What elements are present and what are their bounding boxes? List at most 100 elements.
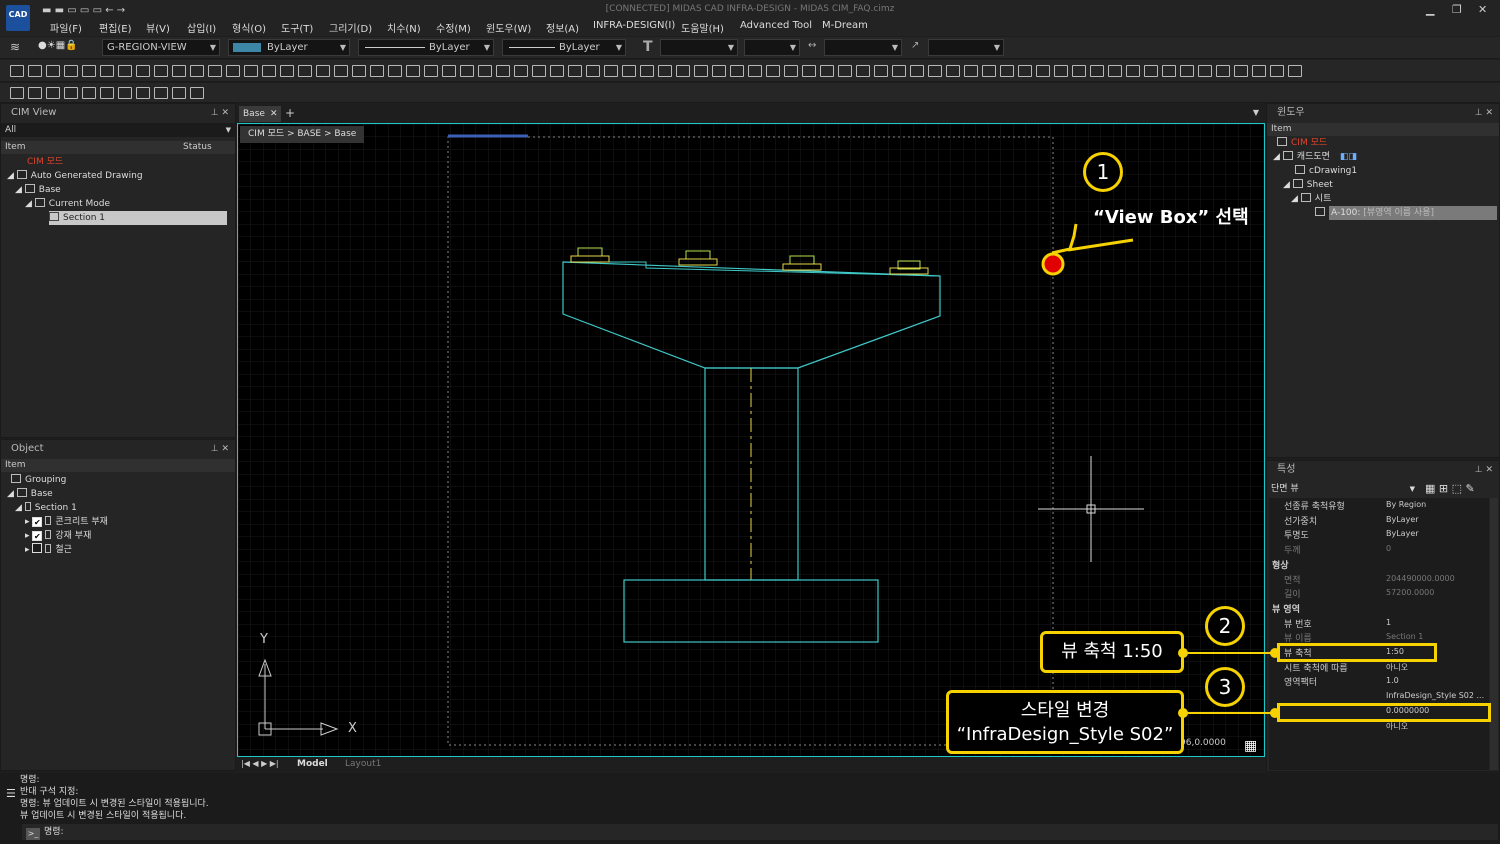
minimize-button[interactable]: ▁	[1426, 3, 1434, 16]
property-value[interactable]: Section 1	[1386, 632, 1423, 641]
tool-icon[interactable]	[964, 65, 978, 77]
tool-icon[interactable]	[532, 65, 546, 77]
pin-close-icon[interactable]: ⊥ ✕	[1475, 461, 1493, 479]
tool-icon[interactable]	[154, 87, 168, 99]
property-value[interactable]: 204490000.0000	[1386, 574, 1455, 583]
tool-icon[interactable]	[550, 65, 564, 77]
checkbox[interactable]: ✔	[32, 517, 43, 527]
tool-icon[interactable]	[118, 65, 132, 77]
tool-icon[interactable]	[118, 87, 132, 99]
property-value[interactable]: InfraDesign_Style S02 ...	[1386, 691, 1484, 700]
menu-modify[interactable]: 수정(M)	[436, 20, 471, 35]
tool-icon[interactable]	[334, 65, 348, 77]
menu-insert[interactable]: 삽입(I)	[187, 20, 216, 35]
tool-icon[interactable]	[136, 87, 150, 99]
tool-icon[interactable]	[838, 65, 852, 77]
pin-close-icon[interactable]: ⊥ ✕	[211, 104, 229, 122]
tool-icon[interactable]	[1252, 65, 1266, 77]
menu-dimension[interactable]: 치수(N)	[387, 20, 421, 35]
tool-icon[interactable]	[64, 65, 78, 77]
tool-icon[interactable]	[10, 65, 24, 77]
menu-m-dream[interactable]: M-Dream	[822, 20, 868, 31]
tool-icon[interactable]	[1126, 65, 1140, 77]
property-value[interactable]: ByLayer	[1386, 529, 1419, 538]
checkbox[interactable]	[32, 543, 43, 553]
tool-icon[interactable]	[766, 65, 780, 77]
tool-icon[interactable]	[28, 65, 42, 77]
tool-icon[interactable]	[1270, 65, 1284, 77]
tool-icon[interactable]	[136, 65, 150, 77]
tree-item-rebar[interactable]: ▸ 철근	[25, 543, 72, 557]
tree-item-section-1[interactable]: ◢ Section 1	[15, 501, 77, 515]
tree-item-cad-drawing[interactable]: ◢ 캐드도면 ◧◨	[1273, 150, 1357, 164]
menu-draw[interactable]: 그리기(D)	[329, 20, 372, 35]
tool-icon[interactable]	[1000, 65, 1014, 77]
lineweight-dropdown[interactable]: ByLayer ▼	[502, 39, 626, 56]
tool-icon[interactable]	[100, 65, 114, 77]
tool-icon[interactable]	[1018, 65, 1032, 77]
tool-icon[interactable]	[442, 65, 456, 77]
tool-icon[interactable]	[820, 65, 834, 77]
tool-icon[interactable]	[748, 65, 762, 77]
object-type-dropdown[interactable]: 단면 뷰 ▼	[1269, 482, 1415, 496]
property-value[interactable]: 57200.0000	[1386, 588, 1434, 597]
menu-info[interactable]: 정보(A)	[546, 20, 579, 35]
layout-nav-icons[interactable]: |◀ ◀ ▶ ▶|	[241, 759, 279, 768]
menu-edit[interactable]: 편집(E)	[99, 20, 132, 35]
tool-icon[interactable]	[460, 65, 474, 77]
tree-item-base[interactable]: ◢ Base	[7, 487, 53, 501]
layer-manager-icon[interactable]: ≋	[10, 40, 20, 54]
utility-tools-icons[interactable]	[8, 85, 218, 101]
tool-icon[interactable]	[1162, 65, 1176, 77]
tool-icon[interactable]	[1216, 65, 1230, 77]
tool-icon[interactable]	[928, 65, 942, 77]
table-style-dropdown[interactable]: ▼	[824, 39, 902, 56]
tool-icon[interactable]	[730, 65, 744, 77]
tool-icon[interactable]	[406, 65, 420, 77]
property-value[interactable]: By Region	[1386, 500, 1426, 509]
tab-model[interactable]: Model	[297, 759, 328, 769]
add-tab-button[interactable]: +	[285, 106, 295, 120]
tree-item-auto-drawing[interactable]: ◢ Auto Generated Drawing	[7, 169, 143, 183]
property-value[interactable]: 1	[1386, 618, 1391, 627]
tab-base[interactable]: Base ✕	[239, 106, 281, 122]
tool-icon[interactable]	[892, 65, 906, 77]
tree-item-cim-mode[interactable]: CIM 모드	[1277, 136, 1327, 150]
tool-icon[interactable]	[280, 65, 294, 77]
tool-icon[interactable]	[226, 65, 240, 77]
tool-icon[interactable]	[946, 65, 960, 77]
text-style-icon[interactable]: T	[643, 39, 653, 55]
tool-icon[interactable]	[172, 65, 186, 77]
tool-icon[interactable]	[1234, 65, 1248, 77]
pin-close-icon[interactable]: ⊥ ✕	[1475, 104, 1493, 122]
close-button[interactable]: ✕	[1478, 3, 1487, 16]
tool-icon[interactable]	[1108, 65, 1122, 77]
tool-icon[interactable]	[82, 65, 96, 77]
tool-icon[interactable]	[172, 87, 186, 99]
tool-icon[interactable]	[388, 65, 402, 77]
menu-window[interactable]: 윈도우(W)	[486, 20, 531, 35]
tree-item-base[interactable]: ◢ Base	[15, 183, 61, 197]
tool-icon[interactable]	[208, 65, 222, 77]
tool-icon[interactable]	[262, 65, 276, 77]
tool-icon[interactable]	[1180, 65, 1194, 77]
menu-advanced-tool[interactable]: Advanced Tool	[740, 20, 812, 31]
tool-icon[interactable]	[478, 65, 492, 77]
tool-icon[interactable]	[424, 65, 438, 77]
tool-icon[interactable]	[568, 65, 582, 77]
close-icon[interactable]: ✕	[270, 106, 278, 122]
multileader-icon[interactable]: ↗	[911, 40, 919, 51]
drawing-tools-icons[interactable]	[8, 63, 1308, 79]
layer-dropdown[interactable]: G-REGION-VIEW ▼	[102, 39, 220, 56]
tool-icon[interactable]	[1072, 65, 1086, 77]
tool-icon[interactable]	[298, 65, 312, 77]
tree-item-concrete[interactable]: ▸ ✔ 콘크리트 부재	[25, 515, 108, 529]
text-style-dropdown[interactable]: ▼	[660, 39, 738, 56]
property-value[interactable]: ByLayer	[1386, 515, 1419, 524]
tool-icon[interactable]	[1288, 65, 1302, 77]
menu-tools[interactable]: 도구(T)	[281, 20, 313, 35]
color-dropdown[interactable]: ByLayer ▼	[228, 39, 350, 56]
tool-icon[interactable]	[802, 65, 816, 77]
tree-item-a100[interactable]: A-100: [뷰영역 이름 사용]	[1315, 206, 1497, 220]
tool-icon[interactable]	[1036, 65, 1050, 77]
